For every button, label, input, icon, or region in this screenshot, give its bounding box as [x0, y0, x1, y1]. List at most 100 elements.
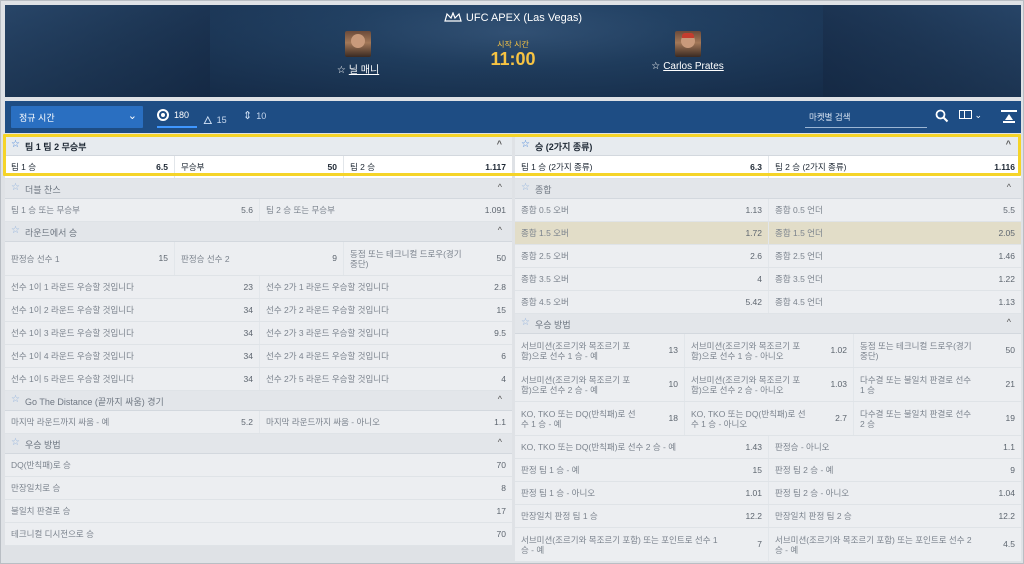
odds-cell[interactable]: KO, TKO 또는 DQ(반칙패)로 선수 2 승 - 예 1.43 [515, 436, 768, 458]
market-header[interactable]: ☆ 종합 ^ [515, 179, 1021, 199]
star-icon[interactable]: ☆ [11, 394, 20, 405]
odds-cell[interactable]: 선수 2가 2 라운드 우승할 것입니다 15 [259, 299, 512, 321]
chevron-up-icon[interactable]: ^ [1007, 182, 1011, 192]
odds-cell[interactable]: 선수 1이 5 라운드 우승할 것입니다 34 [5, 368, 259, 390]
odds-cell[interactable]: 선수 2가 3 라운드 우승할 것입니다 9.5 [259, 322, 512, 344]
odds-cell[interactable]: 종합 4.5 언더 1.13 [768, 291, 1021, 313]
odds-cell[interactable]: 팀 2 승 또는 무승부 1.091 [259, 199, 512, 221]
odds-cell[interactable]: 서브미션(조르기와 목조르기 포함) 또는 포인트로 선수 1 승 - 예 7 [515, 528, 768, 561]
fighter-2[interactable]: ☆ Carlos Prates [645, 31, 730, 72]
market-header[interactable]: ☆ 승 (2가지 종류) ^ [515, 136, 1021, 156]
filter-all-markets[interactable]: 180 [157, 109, 198, 128]
odds-cell[interactable]: 판정 팀 2 승 - 예 9 [768, 459, 1021, 481]
odds-cell[interactable]: 동점 또는 테크니컬 드로우(경기 중단) 50 [343, 242, 512, 275]
odds-cell[interactable]: 서브미션(조르기와 목조르기 포함)으로 선수 1 승 - 예 13 [515, 334, 684, 367]
odds-cell[interactable]: 종합 2.5 오버 2.6 [515, 245, 768, 267]
filter-sort-markets[interactable]: ⇕ 10 [243, 109, 266, 122]
period-select[interactable]: 정규 시간 ⌄ [11, 106, 143, 128]
market-header[interactable]: ☆ 우승 방법 ^ [5, 434, 512, 454]
odds-cell[interactable]: 팀 2 승 1.117 [343, 156, 512, 178]
star-icon[interactable]: ☆ [521, 139, 530, 150]
odds-cell[interactable]: 판정 팀 1 승 - 아니오 1.01 [515, 482, 768, 504]
odds-cell[interactable]: 종합 3.5 언더 1.22 [768, 268, 1021, 290]
odds-cell[interactable]: 판정승 선수 1 15 [5, 242, 174, 275]
odds-cell[interactable]: 서브미션(조르기와 목조르기 포함)으로 선수 2 승 - 예 10 [515, 368, 684, 401]
odds-value: 8 [501, 483, 506, 493]
odds-cell[interactable]: 종합 3.5 오버 4 [515, 268, 768, 290]
odds-cell[interactable]: 선수 2가 1 라운드 우승할 것입니다 2.8 [259, 276, 512, 298]
odds-cell[interactable]: 팀 1 승 또는 무승부 5.6 [5, 199, 259, 221]
star-icon[interactable]: ☆ [11, 139, 20, 150]
odds-value: 2.7 [835, 413, 847, 423]
odds-cell[interactable]: 선수 2가 4 라운드 우승할 것입니다 6 [259, 345, 512, 367]
selection-label: KO, TKO 또는 DQ(반칙패)로 선수 1 승 - 예 [521, 408, 636, 429]
odds-cell[interactable]: 종합 0.5 언더 5.5 [768, 199, 1021, 221]
odds-cell[interactable]: 만장일치 판정 팀 1 승 12.2 [515, 505, 768, 527]
chevron-up-icon[interactable]: ^ [498, 394, 502, 404]
star-icon[interactable]: ☆ [11, 437, 20, 448]
odds-cell[interactable]: 동점 또는 테크니컬 드로우(경기 중단) 50 [853, 334, 1021, 367]
odds-cell[interactable]: 종합 2.5 언더 1.46 [768, 245, 1021, 267]
star-icon[interactable]: ☆ [521, 317, 530, 328]
fighter-1-name[interactable]: 닐 매니 [349, 65, 379, 76]
odds-cell[interactable]: 서브미션(조르기와 목조르기 포함)으로 선수 2 승 - 아니오 1.03 [684, 368, 853, 401]
odds-cell[interactable]: 선수 1이 2 라운드 우승할 것입니다 34 [5, 299, 259, 321]
odds-cell[interactable]: 종합 1.5 오버 1.72 [515, 222, 768, 244]
odds-cell[interactable]: 마지막 라운드까지 싸움 - 아니오 1.1 [259, 411, 512, 433]
chevron-up-icon[interactable]: ^ [498, 437, 502, 447]
odds-cell[interactable]: KO, TKO 또는 DQ(반칙패)로 선수 1 승 - 아니오 2.7 [684, 402, 853, 435]
filter-live-markets[interactable]: 🜂 15 [203, 109, 227, 131]
odds-cell[interactable]: 판정 팀 2 승 - 아니오 1.04 [768, 482, 1021, 504]
odds-cell[interactable]: 판정 팀 1 승 - 예 15 [515, 459, 768, 481]
odds-cell[interactable]: 불일치 판결로 승 17 [5, 500, 512, 522]
odds-cell[interactable]: 무승부 50 [174, 156, 343, 178]
star-icon[interactable]: ☆ [521, 182, 530, 193]
star-icon[interactable]: ☆ [337, 65, 346, 76]
odds-cell[interactable]: 팀 2 승 (2가지 종류) 1.116 [768, 156, 1021, 178]
odds-cell[interactable]: 판정승 - 아니오 1.1 [768, 436, 1021, 458]
odds-cell[interactable]: 서브미션(조르기와 목조르기 포함)으로 선수 1 승 - 아니오 1.02 [684, 334, 853, 367]
chevron-up-icon[interactable]: ^ [498, 225, 502, 235]
star-icon[interactable]: ☆ [651, 61, 660, 72]
odds-cell[interactable]: 팀 1 승 (2가지 종류) 6.3 [515, 156, 768, 178]
chevron-up-icon[interactable]: ^ [497, 139, 502, 149]
market-title: 우승 방법 [535, 320, 571, 330]
odds-cell[interactable]: 다수결 또는 불일치 판결로 선수 2 승 19 [853, 402, 1021, 435]
odds-cell[interactable]: 팀 1 승 6.5 [5, 156, 174, 178]
market-header[interactable]: ☆ 우승 방법 ^ [515, 314, 1021, 334]
odds-cell[interactable]: 선수 1이 1 라운드 우승할 것입니다 23 [5, 276, 259, 298]
odds-cell[interactable]: 만장일치 판정 팀 2 승 12.2 [768, 505, 1021, 527]
odds-cell[interactable]: 다수결 또는 불일치 판결로 선수 1 승 21 [853, 368, 1021, 401]
selection-label: 마지막 라운드까지 싸움 - 예 [11, 417, 110, 427]
market-header[interactable]: ☆ 라운드에서 승 ^ [5, 222, 512, 242]
star-icon[interactable]: ☆ [11, 225, 20, 236]
odds-cell[interactable]: DQ(반칙패)로 승 70 [5, 454, 512, 476]
odds-cell[interactable]: 선수 1이 3 라운드 우승할 것입니다 34 [5, 322, 259, 344]
odds-cell[interactable]: KO, TKO 또는 DQ(반칙패)로 선수 1 승 - 예 18 [515, 402, 684, 435]
odds-cell[interactable]: 종합 4.5 오버 5.42 [515, 291, 768, 313]
star-icon[interactable]: ☆ [11, 182, 20, 193]
market-title: 라운드에서 승 [25, 228, 78, 238]
collapse-all-icon[interactable] [1001, 110, 1017, 124]
odds-value: 2.8 [494, 282, 506, 292]
fighter-2-name[interactable]: Carlos Prates [663, 61, 724, 72]
odds-cell[interactable]: 만장일치로 승 8 [5, 477, 512, 499]
odds-cell[interactable]: 종합 1.5 언더 2.05 [768, 222, 1021, 244]
odds-cell[interactable]: 테크니컬 디시전으로 승 70 [5, 523, 512, 545]
layout-toggle-button[interactable]: ⌄ [959, 110, 987, 124]
search-icon[interactable] [935, 109, 949, 123]
chevron-up-icon[interactable]: ^ [1006, 139, 1011, 149]
market-header[interactable]: ☆ 더블 찬스 ^ [5, 179, 512, 199]
chevron-up-icon[interactable]: ^ [498, 182, 502, 192]
odds-cell[interactable]: 판정승 선수 2 9 [174, 242, 343, 275]
fighter-1[interactable]: ☆ 닐 매니 [323, 31, 393, 76]
market-search-input[interactable]: 마켓별 검색 [805, 108, 927, 128]
odds-cell[interactable]: 서브미션(조르기와 목조르기 포함) 또는 포인트로 선수 2 승 - 예 4.5 [768, 528, 1021, 561]
odds-cell[interactable]: 선수 2가 5 라운드 우승할 것입니다 4 [259, 368, 512, 390]
odds-cell[interactable]: 선수 1이 4 라운드 우승할 것입니다 34 [5, 345, 259, 367]
market-header[interactable]: ☆ Go The Distance (끝까지 싸움) 경기 ^ [5, 391, 512, 411]
odds-cell[interactable]: 마지막 라운드까지 싸움 - 예 5.2 [5, 411, 259, 433]
odds-cell[interactable]: 종합 0.5 오버 1.13 [515, 199, 768, 221]
market-header[interactable]: ☆ 팀 1 팀 2 무승부 ^ [5, 136, 512, 156]
chevron-up-icon[interactable]: ^ [1007, 317, 1011, 327]
